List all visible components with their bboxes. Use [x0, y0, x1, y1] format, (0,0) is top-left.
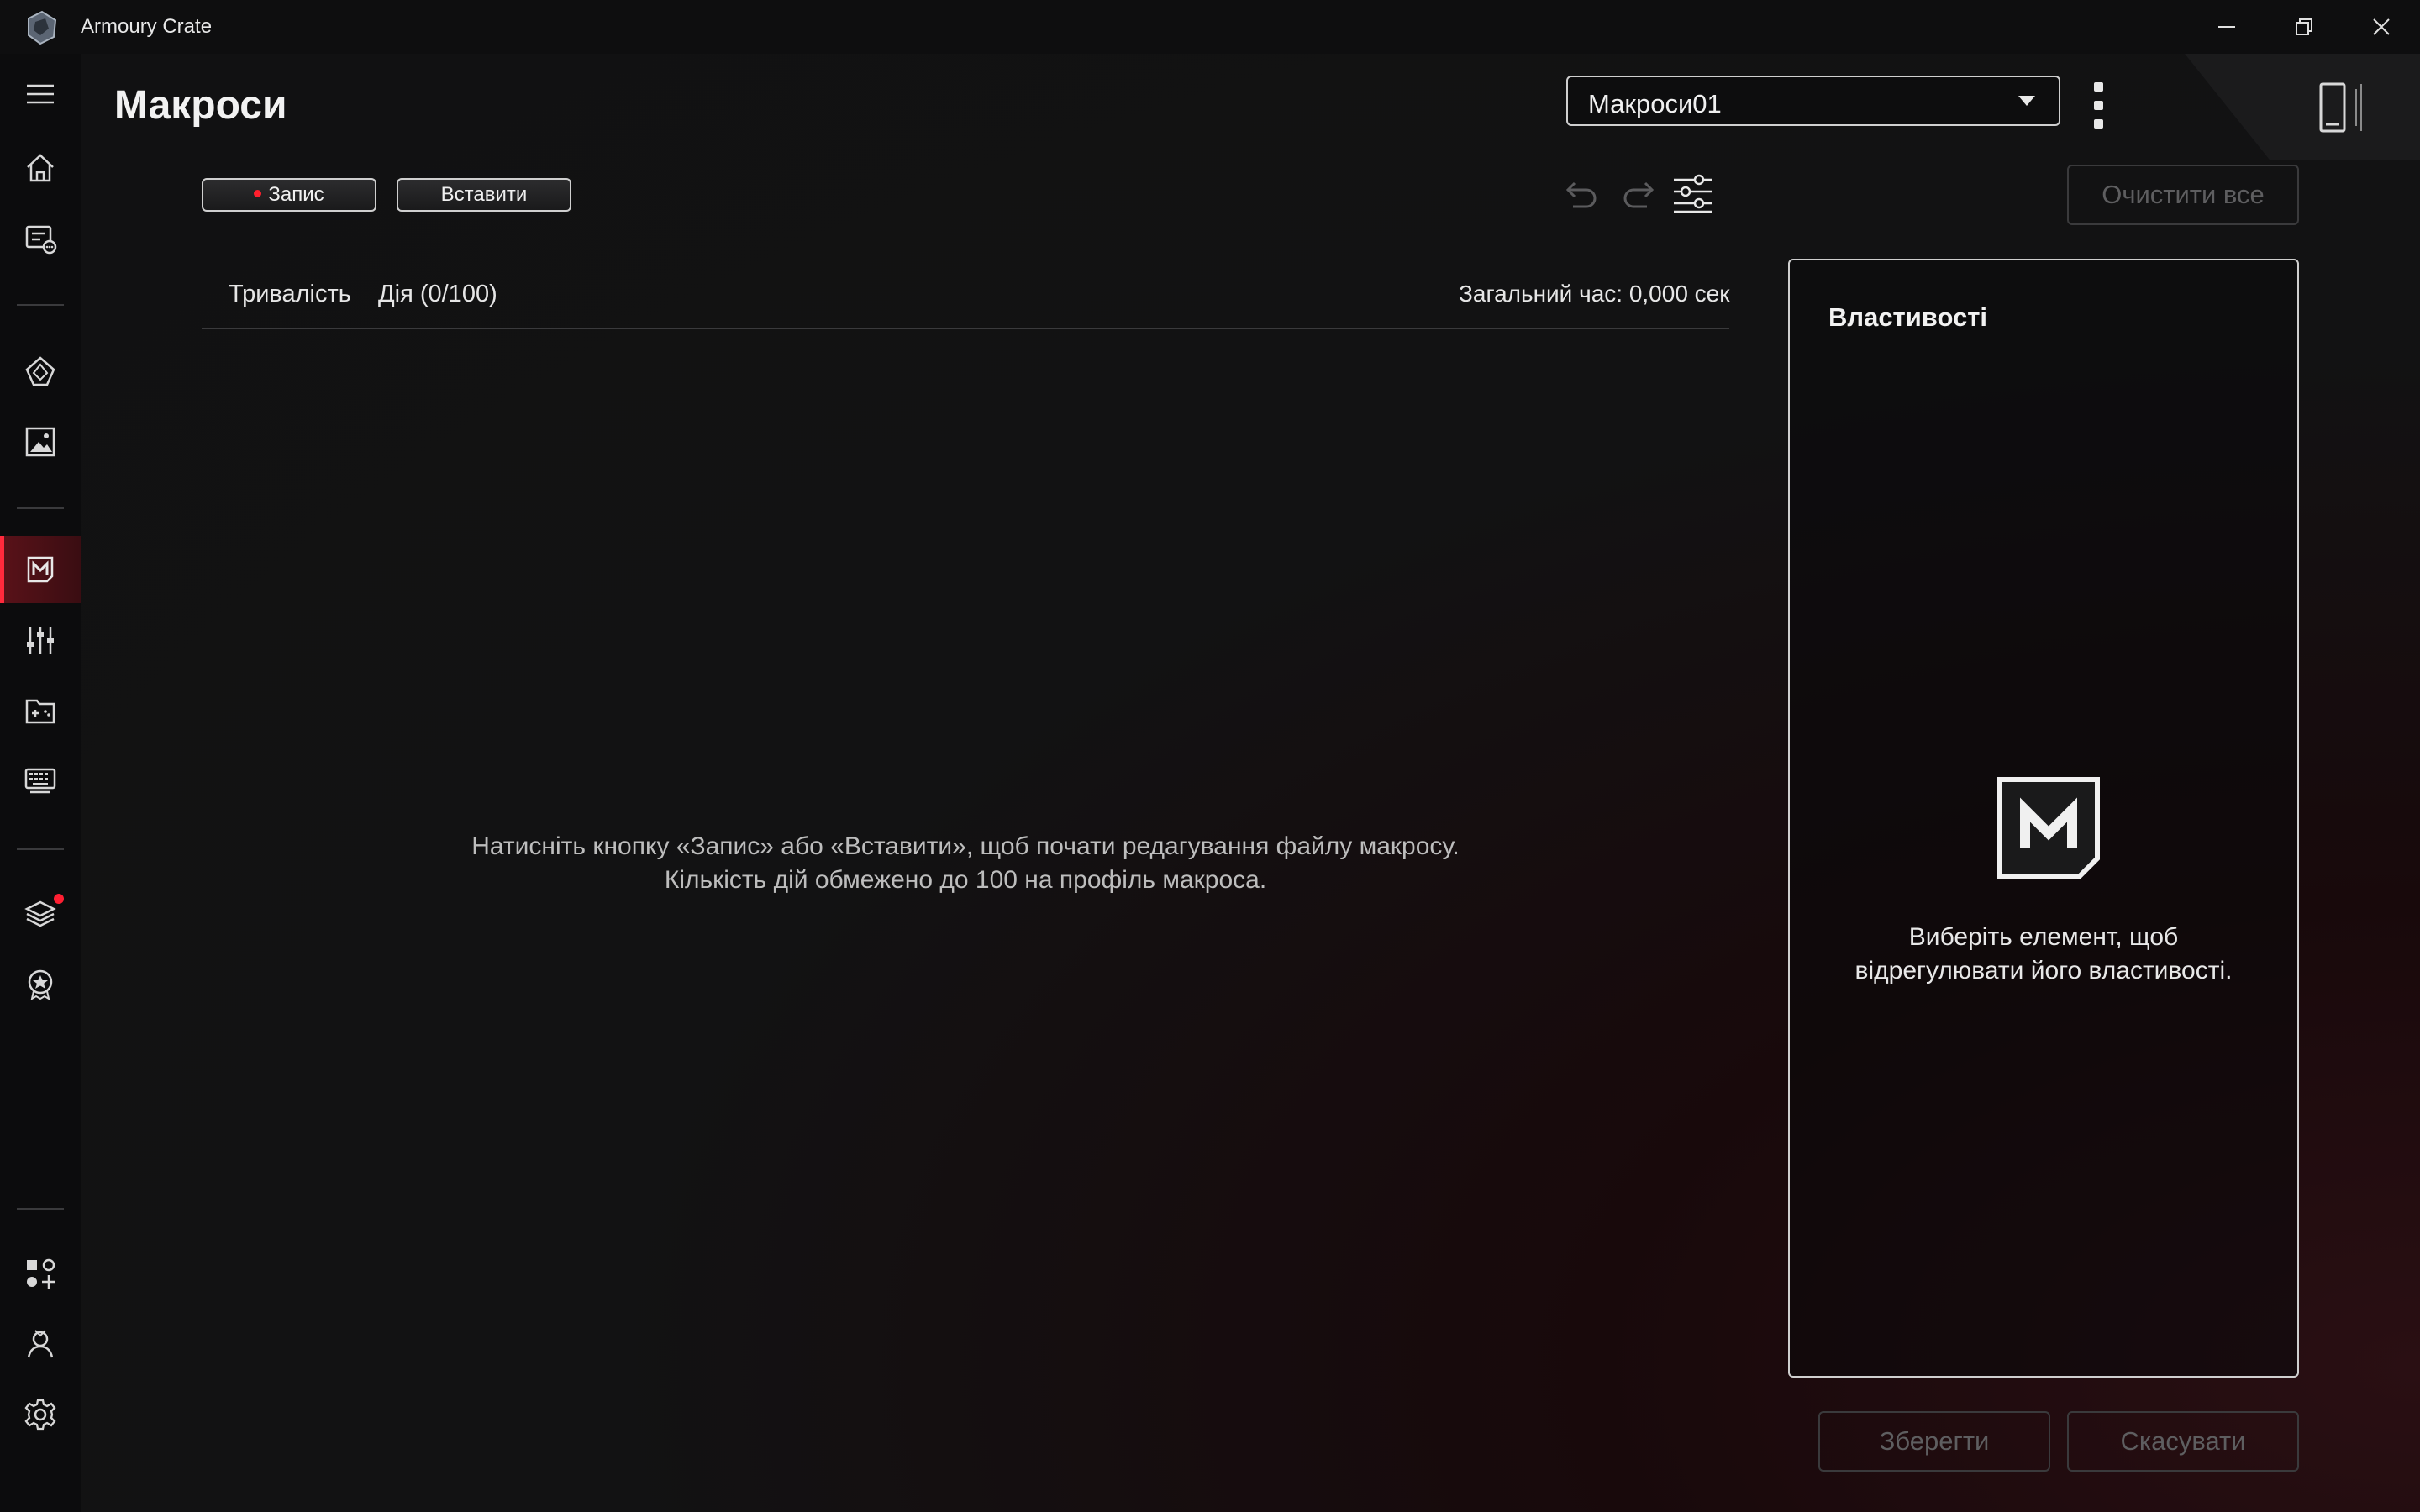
main-content: Макроси Макроси01 Запис Вставити Очистит…	[81, 54, 2420, 1512]
minimize-button[interactable]	[2188, 0, 2265, 54]
sidebar-item-aura[interactable]	[0, 338, 81, 405]
macro-profile-dropdown[interactable]: Макроси01	[1566, 76, 2060, 126]
macros-icon	[27, 556, 54, 583]
record-dot-icon	[254, 190, 262, 198]
home-icon	[27, 154, 54, 182]
sidebar-item-device[interactable]	[0, 205, 81, 272]
keyboard-icon	[24, 768, 56, 794]
device-panel-toggle-icon[interactable]	[2316, 81, 2370, 134]
sidebar-menu-toggle[interactable]	[0, 60, 81, 128]
kebab-dot	[2094, 101, 2103, 110]
sidebar-divider	[17, 1208, 64, 1210]
insert-button-label: Вставити	[440, 183, 528, 206]
sidebar-item-home[interactable]	[0, 134, 81, 202]
device-icon	[25, 225, 57, 255]
wallpaper-icon	[25, 427, 55, 457]
save-button[interactable]: Зберегти	[1818, 1411, 2050, 1472]
sidebar-divider	[17, 507, 64, 509]
cancel-button[interactable]: Скасувати	[2067, 1411, 2299, 1472]
corner-decoration	[2185, 54, 2420, 160]
sidebar	[0, 54, 81, 1512]
total-time: Загальний час: 0,000 сек	[1459, 281, 1730, 307]
macro-m-icon	[1997, 777, 2100, 879]
restore-icon	[2296, 18, 2312, 35]
insert-button[interactable]: Вставити	[397, 178, 571, 212]
game-library-icon	[25, 699, 55, 724]
redo-icon[interactable]	[1618, 178, 1659, 212]
sidebar-item-audio-mixer[interactable]	[0, 606, 81, 674]
kebab-dot	[2094, 82, 2103, 92]
record-button-label: Запис	[268, 183, 324, 206]
app-logo-icon	[28, 10, 57, 45]
title-bar: Armoury Crate	[0, 0, 2420, 54]
kebab-dot	[2094, 119, 2103, 129]
filter-settings-icon[interactable]	[1670, 171, 1716, 217]
properties-panel: Властивості Виберіть елемент, щоб відрег…	[1788, 259, 2299, 1378]
more-options-button[interactable]	[2091, 82, 2107, 133]
sidebar-item-macros[interactable]	[0, 536, 81, 603]
chevron-down-icon	[2018, 96, 2035, 106]
sidebar-item-user-center[interactable]	[0, 1310, 81, 1378]
close-icon	[2373, 18, 2390, 35]
sidebar-item-keyboard[interactable]	[0, 748, 81, 815]
add-widgets-icon	[27, 1258, 55, 1289]
aura-icon	[25, 356, 55, 386]
close-button[interactable]	[2343, 0, 2420, 54]
app-title: Armoury Crate	[81, 15, 213, 38]
minimize-icon	[2218, 26, 2235, 28]
list-header-divider	[202, 328, 1729, 329]
audio-mixer-icon	[27, 627, 54, 654]
properties-hint-line: Виберіть елемент, щоб	[1908, 923, 2179, 951]
properties-title: Властивості	[1828, 302, 1988, 332]
column-action: Дія (0/100)	[378, 281, 497, 307]
macro-profile-value: Макроси01	[1588, 89, 1722, 118]
sidebar-item-add-widgets[interactable]	[0, 1240, 81, 1307]
featured-layers-icon	[24, 900, 56, 927]
sidebar-item-settings[interactable]	[0, 1381, 81, 1448]
empty-message-line: Натисніть кнопку «Запис» або «Вставити»,…	[471, 832, 1460, 860]
properties-hint-line: відрегулювати його властивості.	[1854, 957, 2233, 984]
menu-icon	[27, 84, 54, 104]
clear-all-button[interactable]: Очистити все	[2067, 165, 2299, 225]
sidebar-divider	[17, 304, 64, 306]
rewards-icon	[28, 969, 53, 1001]
settings-icon	[24, 1399, 56, 1431]
sidebar-item-rewards[interactable]	[0, 951, 81, 1018]
empty-message-line: Кількість дій обмежено до 100 на профіль…	[664, 866, 1267, 894]
sidebar-divider	[17, 848, 64, 850]
page-title: Макроси	[114, 83, 287, 128]
restore-button[interactable]	[2265, 0, 2343, 54]
sidebar-item-featured[interactable]	[0, 880, 81, 948]
properties-hint: Виберіть елемент, щоб відрегулювати його…	[1790, 921, 2297, 988]
record-button[interactable]: Запис	[202, 178, 376, 212]
user-center-icon	[27, 1330, 54, 1358]
column-duration: Тривалість	[229, 281, 351, 307]
sidebar-item-game-library[interactable]	[0, 677, 81, 744]
notification-dot	[54, 894, 64, 904]
undo-icon[interactable]	[1561, 178, 1602, 212]
empty-list-message: Натисніть кнопку «Запис» або «Вставити»,…	[202, 830, 1729, 897]
sidebar-item-wallpaper[interactable]	[0, 408, 81, 475]
